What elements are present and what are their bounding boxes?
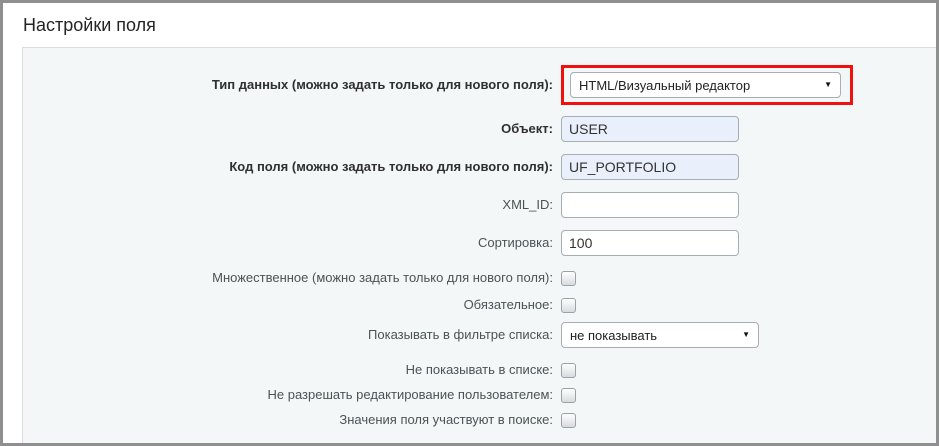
entity-label: Объект: [23,121,561,137]
row-mandatory: Обязательное: [23,297,936,313]
row-multiple: Множественное (можно задать только для н… [23,270,936,286]
mandatory-checkbox[interactable] [561,298,576,313]
field-code-input[interactable] [561,154,739,180]
hide-in-list-label: Не показывать в списке: [23,362,561,378]
row-field-code: Код поля (можно задать только для нового… [23,154,936,180]
mandatory-label: Обязательное: [23,297,561,313]
entity-input[interactable] [561,116,739,142]
field-settings-panel: Тип данных (можно задать только для ново… [22,47,936,443]
xml-id-label: XML_ID: [23,197,561,213]
show-in-filter-select-value: не показывать [570,328,657,343]
title-bar: Настройки поля [3,3,936,47]
chevron-down-icon: ▼ [742,331,750,339]
data-type-select[interactable]: HTML/Визуальный редактор ▼ [570,72,841,98]
row-searchable: Значения поля участвуют в поиске: [23,412,936,428]
row-sort: Сортировка: [23,230,936,256]
chevron-down-icon: ▼ [824,81,832,89]
data-type-label: Тип данных (можно задать только для ново… [23,77,561,93]
show-in-filter-label: Показывать в фильтре списка: [23,327,561,343]
no-user-edit-checkbox[interactable] [561,388,576,403]
row-xml-id: XML_ID: [23,192,936,218]
field-code-label: Код поля (можно задать только для нового… [23,159,561,175]
row-no-user-edit: Не разрешать редактирование пользователе… [23,387,936,403]
multiple-label: Множественное (можно задать только для н… [23,270,561,286]
show-in-filter-select[interactable]: не показывать ▼ [561,322,759,348]
sort-label: Сортировка: [23,235,561,251]
hide-in-list-checkbox[interactable] [561,363,576,378]
xml-id-input[interactable] [561,192,739,218]
row-entity: Объект: [23,116,936,142]
row-data-type: Тип данных (можно задать только для ново… [23,65,936,105]
page-title: Настройки поля [23,15,156,35]
no-user-edit-label: Не разрешать редактирование пользователе… [23,387,561,403]
row-show-in-filter: Показывать в фильтре списка: не показыва… [23,322,936,348]
multiple-checkbox[interactable] [561,271,576,286]
field-settings-window: Настройки поля Тип данных (можно задать … [0,0,939,446]
row-hide-in-list: Не показывать в списке: [23,362,936,378]
sort-input[interactable] [561,230,739,256]
data-type-select-value: HTML/Визуальный редактор [579,78,750,93]
searchable-checkbox[interactable] [561,413,576,428]
highlight-box: HTML/Визуальный редактор ▼ [561,65,853,105]
searchable-label: Значения поля участвуют в поиске: [23,412,561,428]
